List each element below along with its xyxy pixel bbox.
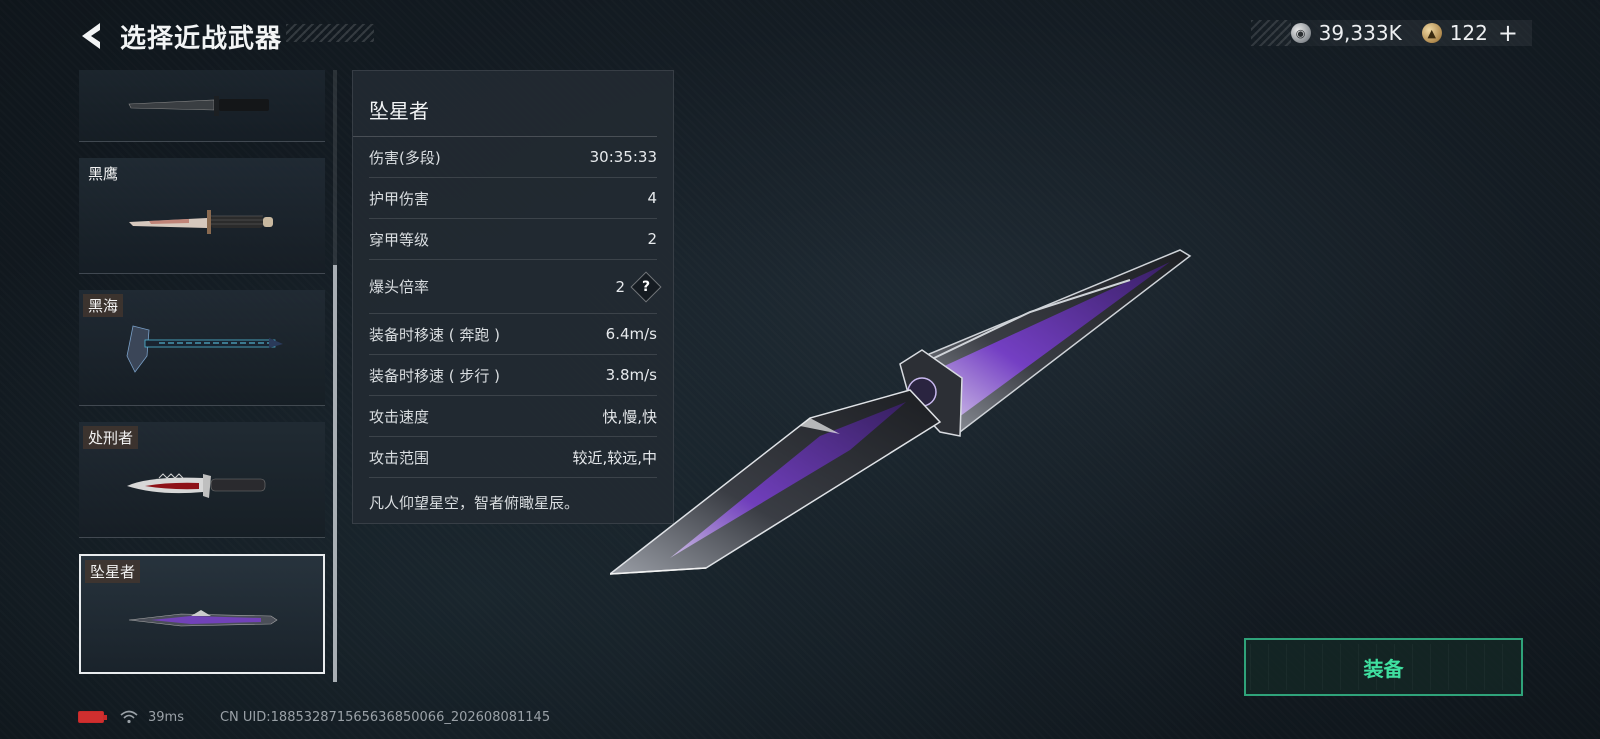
executioner-knife-thumbnail	[127, 473, 266, 498]
scrollbar-thumb[interactable]	[333, 265, 337, 682]
stat-label: 装备时移速 ( 步行 )	[369, 366, 501, 385]
weapon-card-star-faller[interactable]: 坠星者	[79, 554, 325, 674]
stat-label: 装备时移速 ( 奔跑 )	[369, 325, 501, 344]
weapon-card-label: 黑鹰	[88, 165, 119, 183]
user-uid: CN UID:1885328715656368500​66_2026080811…	[219, 709, 551, 725]
ping-value: 39ms	[148, 709, 184, 725]
page-title: 选择近战武器	[120, 23, 283, 54]
weapon-card-label: 黑海	[83, 294, 124, 317]
title-decoration	[286, 24, 374, 42]
weapon-list: 黑鹰 黑海 处刑者 坠星者	[79, 70, 325, 682]
stat-row-armor-damage: 护甲伤害 4	[369, 178, 657, 219]
weapon-name: 坠星者	[353, 71, 657, 137]
star-faller-knife-thumbnail	[128, 610, 278, 627]
stat-row-damage: 伤害(多段) 30:35:33	[369, 137, 657, 178]
back-button[interactable]	[76, 18, 106, 54]
weapon-card-label: 处刑者	[83, 426, 139, 449]
gold-coin-icon: ▲	[1421, 23, 1442, 43]
silver-currency-value: 39,333K	[1318, 21, 1402, 45]
stat-value: 30:35:33	[589, 148, 657, 166]
currency-bar: ◉ 39,333K ▲ 122 +	[1250, 20, 1532, 46]
black-sea-axe-thumbnail	[126, 325, 283, 373]
weapon-card-black-hawk[interactable]: 黑鹰	[79, 158, 325, 274]
stat-label: 攻击速度	[369, 407, 430, 426]
weapon-list-scrollbar[interactable]	[333, 70, 337, 682]
silver-coin-icon: ◉	[1290, 23, 1311, 43]
stat-value: 4	[647, 189, 657, 207]
stat-label: 爆头倍率	[369, 278, 430, 296]
stat-label: 伤害(多段)	[369, 148, 441, 167]
weapon-card-executioner[interactable]: 处刑者	[79, 422, 325, 538]
black-hawk-knife-thumbnail	[129, 210, 273, 234]
add-currency-button[interactable]: +	[1498, 21, 1518, 45]
equip-button[interactable]: 装备	[1244, 638, 1523, 696]
weapon-card-black-sea[interactable]: 黑海	[79, 290, 325, 406]
header: 选择近战武器	[76, 16, 282, 56]
stat-label: 穿甲等级	[369, 230, 430, 249]
stat-label: 护甲伤害	[369, 189, 430, 208]
gold-currency-value: 122	[1449, 21, 1488, 45]
weapon-card-combat-knife[interactable]	[79, 70, 325, 142]
battery-icon	[78, 711, 107, 723]
wifi-icon	[120, 710, 138, 724]
weapon-card-label: 坠星者	[85, 560, 141, 583]
chevron-left-icon	[82, 23, 100, 49]
status-footer: 39ms CN UID:1885328715656368500​66_20260…	[78, 708, 550, 726]
equip-button-label: 装备	[1363, 656, 1404, 681]
star-faller-knife-model	[610, 249, 1192, 575]
stat-label: 攻击范围	[369, 448, 430, 467]
combat-knife-thumbnail	[128, 96, 269, 116]
